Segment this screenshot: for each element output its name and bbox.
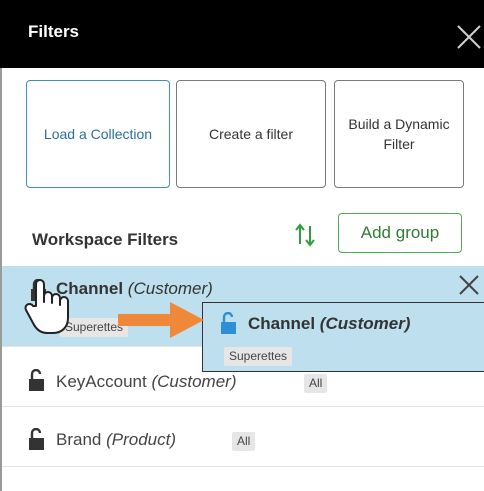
drag-preview-name: Channel (Customer) bbox=[248, 314, 410, 334]
filter-name: Brand bbox=[56, 430, 102, 449]
drag-arrow-icon bbox=[118, 302, 204, 338]
workspace-filters-title: Workspace Filters bbox=[32, 230, 179, 249]
unlock-icon bbox=[221, 312, 236, 334]
drag-entity: (Customer) bbox=[319, 314, 411, 333]
create-filter-button[interactable]: Create a filter bbox=[176, 80, 326, 188]
filter-name-brand: Brand (Product) bbox=[56, 430, 176, 450]
unlock-icon[interactable] bbox=[28, 428, 45, 450]
build-dynamic-filter-button[interactable]: Build a Dynamic Filter bbox=[334, 80, 464, 188]
filter-name: KeyAccount bbox=[56, 372, 147, 391]
panel-title: Filters bbox=[28, 22, 80, 41]
close-icon[interactable] bbox=[456, 272, 482, 298]
drag-name: Channel bbox=[248, 314, 316, 333]
filter-badge-brand: All bbox=[232, 432, 256, 451]
filter-name-keyaccount: KeyAccount (Customer) bbox=[56, 372, 236, 392]
unlock-icon[interactable] bbox=[28, 369, 45, 391]
filter-entity: (Product) bbox=[106, 430, 177, 449]
filter-entity: (Customer) bbox=[151, 372, 237, 391]
close-icon[interactable] bbox=[452, 18, 484, 50]
filters-panel: Filters Load a Collection Create a filte… bbox=[0, 0, 484, 491]
hand-cursor-icon bbox=[24, 279, 69, 334]
sort-icon[interactable] bbox=[294, 222, 316, 248]
panel-header: Filters bbox=[0, 0, 484, 68]
load-collection-button[interactable]: Load a Collection bbox=[26, 80, 170, 188]
filter-badge-keyaccount: All bbox=[304, 374, 328, 393]
add-group-button[interactable]: Add group bbox=[338, 213, 462, 253]
drag-preview-badge: Superettes bbox=[224, 347, 293, 366]
divider bbox=[2, 466, 484, 467]
